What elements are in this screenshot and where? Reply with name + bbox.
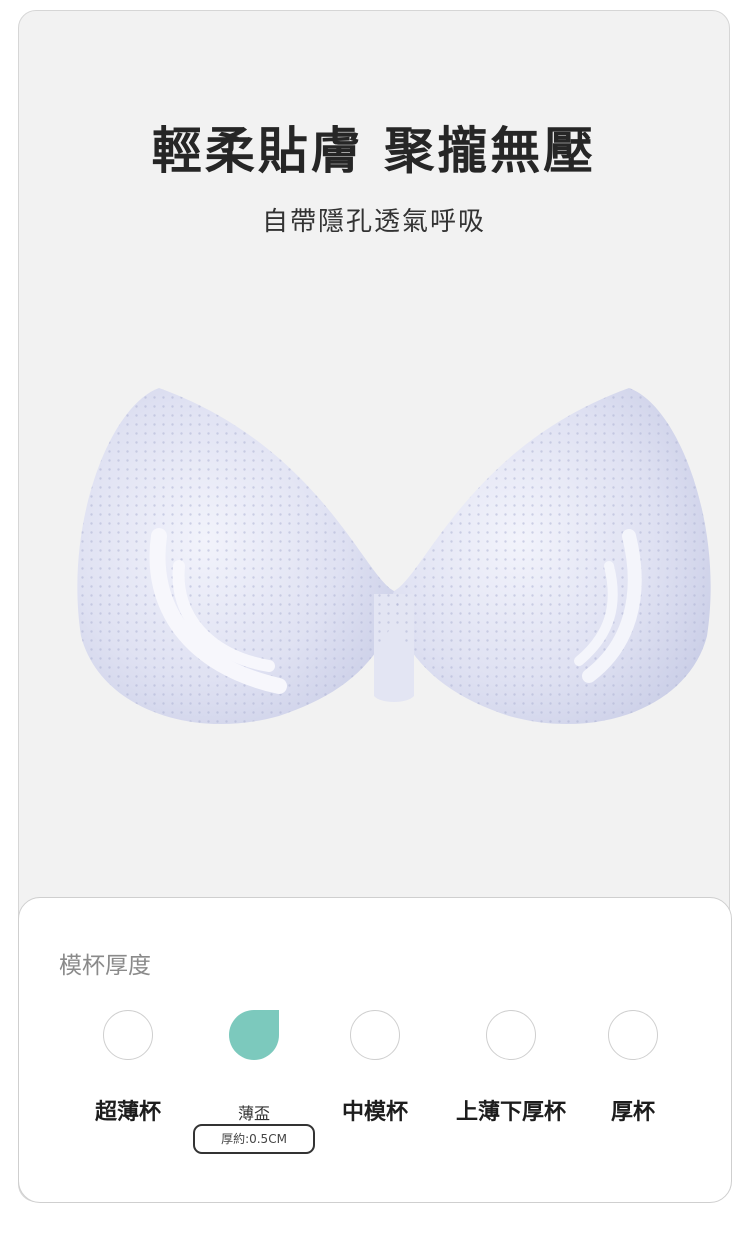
option-label: 厚杯	[610, 1100, 655, 1125]
thickness-panel: 模杯厚度 超薄杯 薄盃 中模杯 上薄下厚杯 厚杯 厚約:0.5CM	[18, 897, 732, 1203]
headline: 輕柔貼膚 聚攏無壓	[151, 122, 597, 180]
radio-circle[interactable]	[608, 1010, 658, 1060]
radio-circle[interactable]	[350, 1010, 400, 1060]
radio-circle[interactable]	[103, 1010, 153, 1060]
thickness-note: 厚約:0.5CM	[193, 1124, 315, 1154]
thickness-title: 模杯厚度	[59, 953, 151, 979]
option-medium[interactable]: 中模杯	[300, 1010, 450, 1126]
radio-circle[interactable]	[486, 1010, 536, 1060]
subheadline: 自帶隱孔透氣呼吸	[261, 207, 486, 237]
option-label: 中模杯	[341, 1100, 408, 1125]
bra-cup-icon	[77, 388, 711, 725]
radio-circle-selected[interactable]	[229, 1010, 279, 1060]
option-thick[interactable]: 厚杯	[558, 1010, 708, 1126]
